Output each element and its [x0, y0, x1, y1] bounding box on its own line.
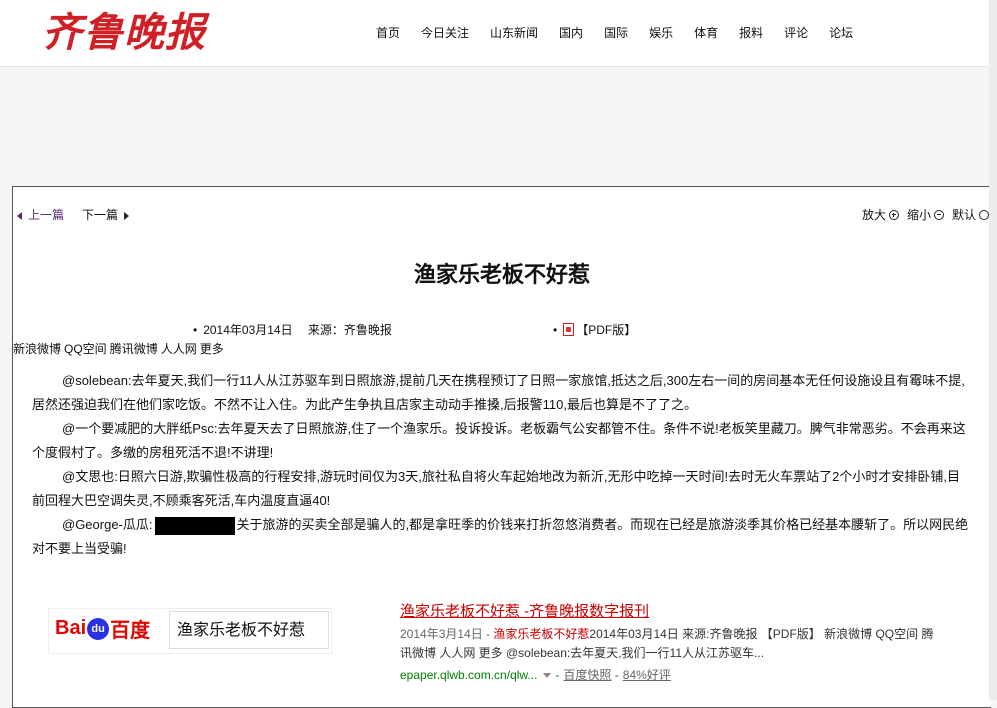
- dropdown-arrow-icon[interactable]: [543, 672, 552, 678]
- share-more[interactable]: 更多: [200, 342, 224, 356]
- search-result-snippet: 2014年3月14日 - 渔家乐老板不好惹2014年03月14日 来源:齐鲁晚报…: [400, 625, 940, 663]
- pdf-link[interactable]: • 【PDF版】: [553, 321, 636, 338]
- share-bar: 新浪微博 QQ空间 腾讯微博 人人网 更多: [13, 340, 227, 357]
- baidu-logo[interactable]: Bai du 百度: [55, 614, 150, 643]
- nav-comments[interactable]: 评论: [784, 24, 808, 41]
- window-scrollbar[interactable]: [989, 0, 997, 700]
- minus-circle-icon: [933, 209, 944, 220]
- article-date-source: 2014年03月14日 来源：齐鲁晚报: [203, 323, 392, 337]
- pdf-icon: [563, 323, 575, 336]
- baidu-logo-text-left: Bai: [55, 617, 87, 639]
- baidu-search-input[interactable]: 渔家乐老板不好惹: [169, 611, 329, 649]
- nav-entertainment[interactable]: 娱乐: [649, 24, 673, 41]
- share-weibo[interactable]: 新浪微博: [13, 342, 61, 356]
- radio-circle-icon: [979, 209, 989, 220]
- search-result-title[interactable]: 渔家乐老板不好惹 -齐鲁晚报数字报刊: [400, 600, 649, 621]
- nav-international[interactable]: 国际: [604, 24, 628, 41]
- paragraph: @文思也:日照六日游,欺骗性极高的行程安排,游玩时间仅为3天,旅社私自将火车起始…: [32, 469, 960, 508]
- article-meta: • 2014年03月14日 来源：齐鲁晚报: [193, 323, 392, 337]
- article-pager: 上一篇 下一篇: [17, 206, 130, 223]
- site-logo[interactable]: 齐鲁晚报: [42, 8, 206, 58]
- baidu-logo-text-right: 百度: [110, 620, 151, 642]
- zoom-default-button[interactable]: 默认: [952, 206, 989, 223]
- result-date: 2014年3月14日 -: [400, 627, 494, 641]
- search-result: 渔家乐老板不好惹 -齐鲁晚报数字报刊 2014年3月14日 - 渔家乐老板不好惹…: [395, 594, 943, 700]
- share-qzone[interactable]: QQ空间: [64, 342, 107, 356]
- nav-sports[interactable]: 体育: [694, 24, 718, 41]
- paragraph: @一个要减肥的大胖纸Psc:去年夏天去了日照旅游,住了一个渔家乐。投诉投诉。老板…: [32, 421, 966, 460]
- zoom-out-button[interactable]: 缩小: [907, 206, 944, 223]
- zoom-default-label: 默认: [951, 208, 976, 222]
- pdf-label: 【PDF版】: [576, 323, 637, 337]
- result-url[interactable]: epaper.qlwb.com.cn/qlw...: [400, 668, 537, 682]
- paragraph: @solebean:去年夏天,我们一行11人从江苏驱车到日照旅游,提前几天在携程…: [32, 373, 965, 412]
- baidu-search-box: Bai du 百度 渔家乐老板不好惹: [48, 608, 332, 654]
- prev-article-link[interactable]: 上一篇: [28, 208, 64, 222]
- zoom-in-button[interactable]: 放大: [862, 206, 899, 223]
- baidu-cache-link[interactable]: 百度快照: [563, 668, 611, 682]
- share-tencent-weibo[interactable]: 腾讯微博: [110, 342, 158, 356]
- nav-shandong-news[interactable]: 山东新闻: [490, 24, 538, 41]
- result-highlight: 渔家乐老板不好惹: [493, 627, 590, 641]
- zoom-out-label: 缩小: [906, 208, 931, 222]
- zoom-in-label: 放大: [861, 208, 886, 222]
- nav-today-focus[interactable]: 今日关注: [421, 24, 469, 41]
- prev-arrow-icon: [17, 211, 22, 220]
- nav-tips[interactable]: 报料: [739, 24, 763, 41]
- article-body: @solebean:去年夏天,我们一行11人从江苏驱车到日照旅游,提前几天在携程…: [32, 369, 972, 561]
- redacted-image: [154, 516, 235, 535]
- share-renren[interactable]: 人人网: [161, 342, 197, 356]
- nav-home[interactable]: 首页: [376, 24, 400, 41]
- paragraph-author: @George-瓜瓜:: [62, 517, 153, 532]
- font-size-controls: 放大 缩小 默认: [854, 206, 989, 223]
- main-nav: 首页 今日关注 山东新闻 国内 国际 娱乐 体育 报料 评论 论坛: [376, 24, 874, 41]
- baidu-paw-icon: du: [87, 617, 110, 640]
- next-arrow-icon: [124, 211, 130, 220]
- paragraph: @George-瓜瓜: 关于旅游的买卖全部是骗人的,都是拿旺季的价钱来打折忽悠消费…: [32, 513, 972, 561]
- next-article-link[interactable]: 下一篇: [82, 208, 118, 222]
- rating-link[interactable]: 84%好评: [623, 668, 671, 682]
- search-result-url-row: epaper.qlwb.com.cn/qlw... - 百度快照 -84%好评: [400, 668, 671, 682]
- nav-domestic[interactable]: 国内: [559, 24, 583, 41]
- nav-forum[interactable]: 论坛: [829, 24, 853, 41]
- article-title: 渔家乐老板不好惹: [413, 263, 590, 288]
- site-header: 齐鲁晚报 首页 今日关注 山东新闻 国内 国际 娱乐 体育 报料 评论 论坛: [0, 0, 997, 67]
- plus-circle-icon: [888, 209, 899, 220]
